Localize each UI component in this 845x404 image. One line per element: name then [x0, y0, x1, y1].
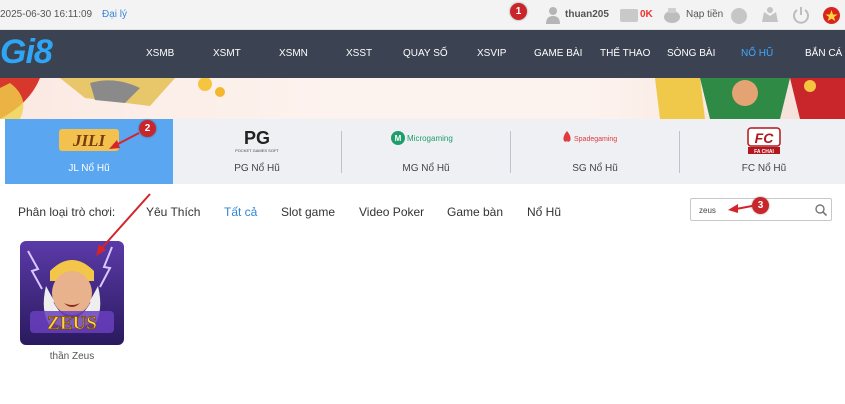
deposit-icon[interactable]: [662, 6, 682, 24]
provider-tabs: JILI JL Nổ Hũ PG POCKET GAMES SOFT PG Nổ…: [5, 119, 845, 184]
nav-item-game-bai[interactable]: GAME BÀI: [534, 48, 582, 59]
pg-logo-subtext: POCKET GAMES SOFT: [235, 148, 279, 153]
filter-label: Phân loại trò chơi:: [18, 205, 116, 219]
filter-game-ban[interactable]: Game bàn: [447, 205, 503, 219]
filter-slot-game[interactable]: Slot game: [281, 205, 335, 219]
spadegaming-logo-text: Spadegaming: [574, 136, 617, 143]
filter-all[interactable]: Tất cả: [224, 205, 257, 219]
main-nav: Gi8 XSMB XSMT XSMN XSST QUAY SỐ XSVIP GA…: [0, 30, 845, 78]
wallet-icon[interactable]: [620, 9, 638, 22]
nav-item-xsvip[interactable]: XSVIP: [477, 48, 506, 59]
fachai-logo-text: FC: [755, 130, 775, 146]
provider-tab-sg[interactable]: Spadegaming SG Nổ Hũ: [511, 119, 679, 184]
site-logo[interactable]: Gi8: [0, 33, 53, 72]
search-icon[interactable]: [814, 203, 828, 217]
svg-text:M: M: [395, 134, 402, 143]
promo-banner: [0, 78, 845, 119]
mail-icon[interactable]: [731, 8, 747, 24]
nav-item-xsmn[interactable]: XSMN: [279, 48, 308, 59]
zeus-thumbnail: ZEUS: [20, 241, 124, 345]
nav-item-ban-ca[interactable]: BẮN CÁ: [805, 48, 842, 59]
banner-artwork: [0, 78, 845, 119]
game-name[interactable]: thần Zeus: [20, 351, 124, 362]
provider-tab-mg[interactable]: M Microgaming MG Nổ Hũ: [342, 119, 510, 184]
flag-icon[interactable]: [823, 7, 840, 24]
provider-label-sg: SG Nổ Hũ: [572, 163, 618, 174]
top-bar: 2025-06-30 16:11:09 Đại lý thuan205 0K N…: [0, 0, 845, 30]
fachai-logo: FC FA CHAI: [747, 127, 781, 155]
zeus-thumbnail-title: ZEUS: [47, 313, 97, 334]
balance: 0K: [640, 9, 653, 20]
provider-tab-fc[interactable]: FC FA CHAI FC Nổ Hũ: [680, 119, 845, 184]
jili-logo: JILI: [59, 129, 119, 151]
microgaming-logo-text: Microgaming: [407, 134, 453, 143]
datetime: 2025-06-30 16:11:09: [0, 9, 93, 20]
provider-label-jl: JL Nổ Hũ: [68, 163, 110, 174]
nav-item-the-thao[interactable]: THỂ THAO: [600, 48, 650, 59]
annotation-marker-3: 3: [752, 197, 769, 214]
power-icon[interactable]: [792, 6, 810, 24]
nav-item-song-bai[interactable]: SÒNG BÀI: [667, 48, 715, 59]
provider-label-fc: FC Nổ Hũ: [741, 163, 787, 174]
pg-logo-text: PG: [244, 128, 270, 148]
filter-favorites[interactable]: Yêu Thích: [146, 205, 200, 219]
provider-label-pg: PG Nổ Hũ: [234, 163, 280, 174]
deposit-link[interactable]: Nạp tiền: [686, 9, 723, 20]
fachai-logo-subtext: FA CHAI: [754, 149, 774, 155]
annotation-marker-2: 2: [139, 120, 156, 137]
annotation-marker-1: 1: [510, 3, 527, 20]
nav-item-xsmt[interactable]: XSMT: [213, 48, 241, 59]
nav-item-quay-so[interactable]: QUAY SỐ: [403, 48, 448, 59]
nav-item-xsmb[interactable]: XSMB: [146, 48, 174, 59]
game-card-zeus[interactable]: ZEUS: [20, 241, 124, 345]
microgaming-logo: M Microgaming: [391, 131, 453, 145]
filter-no-hu[interactable]: Nổ Hũ: [527, 205, 561, 219]
vip-icon[interactable]: [760, 6, 780, 24]
filter-video-poker[interactable]: Video Poker: [359, 205, 424, 219]
agent-link[interactable]: Đại lý: [102, 9, 127, 20]
user-icon[interactable]: [546, 6, 560, 24]
spadegaming-logo: Spadegaming: [563, 131, 617, 143]
jili-logo-text: JILI: [72, 131, 107, 150]
provider-label-mg: MG Nổ Hũ: [402, 163, 450, 174]
username[interactable]: thuan205: [565, 9, 609, 20]
nav-item-xsst[interactable]: XSST: [346, 48, 372, 59]
provider-tab-pg[interactable]: PG POCKET GAMES SOFT PG Nổ Hũ: [173, 119, 341, 184]
nav-item-no-hu[interactable]: NỔ HŨ: [741, 48, 773, 59]
pg-logo: PG POCKET GAMES SOFT: [235, 128, 279, 153]
